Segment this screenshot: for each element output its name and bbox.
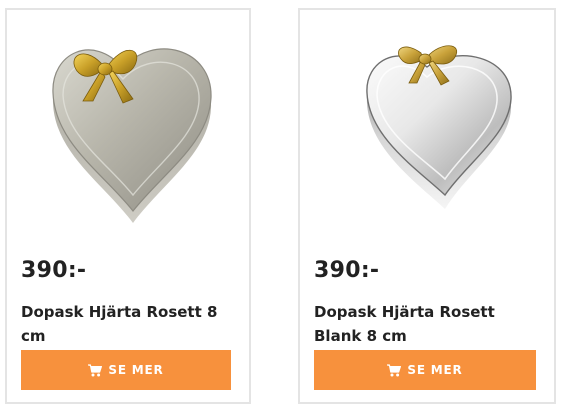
heart-box-image [366, 45, 512, 209]
see-more-label: SE MER [407, 363, 463, 377]
see-more-label: SE MER [108, 363, 164, 377]
product-price: 390:- [314, 258, 380, 283]
heart-box-image [52, 48, 212, 223]
see-more-button[interactable]: SE MER [314, 350, 536, 390]
product-title[interactable]: Dopask Hjärta Rosett 8 cm [21, 300, 235, 348]
product-image[interactable] [310, 18, 544, 228]
product-title[interactable]: Dopask Hjärta Rosett Blank 8 cm [314, 300, 540, 348]
product-image[interactable] [17, 18, 239, 228]
product-price: 390:- [21, 258, 87, 283]
cart-icon [387, 363, 402, 376]
see-more-button[interactable]: SE MER [21, 350, 231, 390]
cart-icon [88, 363, 103, 376]
product-card: 390:- Dopask Hjärta Rosett 8 cm SE MER [5, 8, 251, 404]
product-card: 390:- Dopask Hjärta Rosett Blank 8 cm SE… [298, 8, 556, 404]
